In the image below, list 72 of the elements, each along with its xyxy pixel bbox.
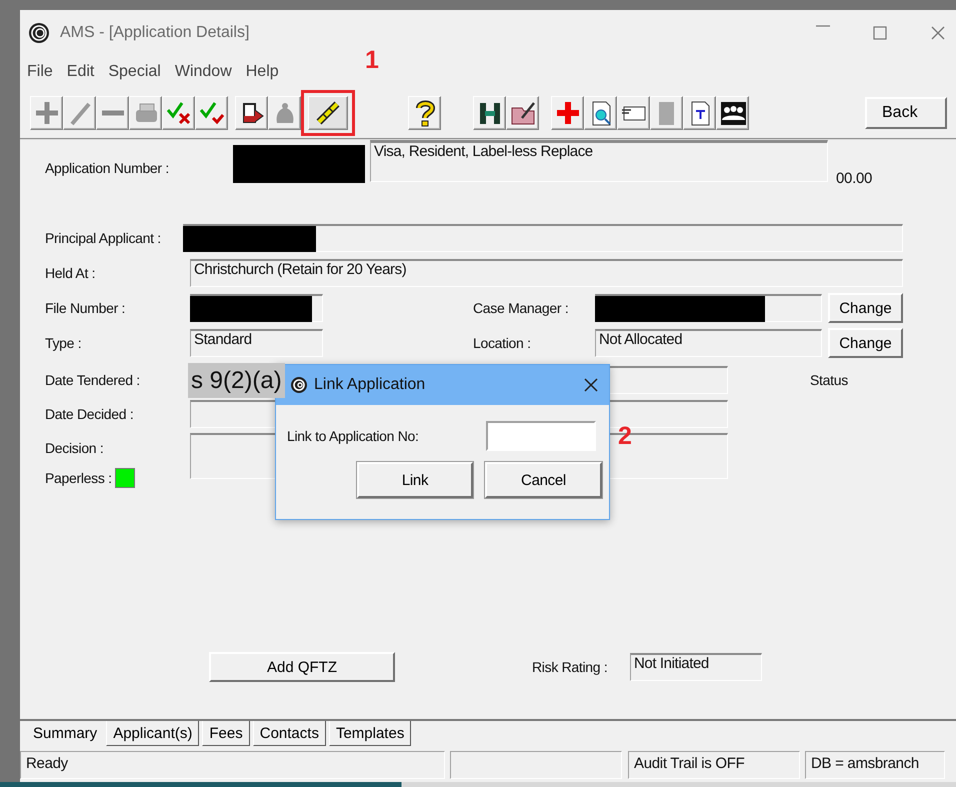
tab[interactable]: Applicant(s) bbox=[106, 721, 200, 746]
field-label: Type : bbox=[45, 335, 82, 351]
window-title: AMS - [Application Details] bbox=[60, 24, 250, 42]
chain-link-icon bbox=[314, 99, 342, 127]
menu-item[interactable]: Edit bbox=[66, 62, 94, 80]
add-qftz-button[interactable]: Add QFTZ bbox=[209, 652, 395, 682]
status-text: DB = amsbranch bbox=[805, 751, 945, 779]
annotation-number: 1 bbox=[365, 46, 379, 75]
header-button[interactable] bbox=[473, 96, 506, 130]
input-field[interactable] bbox=[486, 421, 596, 451]
add-button[interactable] bbox=[30, 96, 63, 130]
minimize-icon bbox=[816, 24, 830, 26]
maximize-icon bbox=[872, 24, 888, 40]
menu-item[interactable]: File bbox=[26, 62, 53, 80]
close-button[interactable] bbox=[583, 377, 599, 393]
tab[interactable]: Templates bbox=[328, 721, 412, 746]
maximize-button[interactable] bbox=[872, 24, 888, 40]
value-field: Christchurch (Retain for 20 Years) bbox=[190, 259, 903, 287]
field-label: Case Manager : bbox=[473, 300, 570, 316]
menu-item[interactable]: Help bbox=[244, 62, 279, 80]
field-label: Location : bbox=[473, 335, 532, 351]
field-label: Principal Applicant : bbox=[45, 230, 162, 246]
help-button[interactable] bbox=[408, 96, 441, 130]
print-button[interactable] bbox=[129, 96, 162, 130]
change-button[interactable]: Change bbox=[828, 293, 903, 323]
status-text: Audit Trail is OFF bbox=[628, 751, 800, 779]
block-icon bbox=[659, 102, 674, 124]
close-icon bbox=[583, 377, 599, 393]
spiral-logo-icon bbox=[290, 376, 308, 394]
folder-edit-button[interactable] bbox=[506, 96, 539, 130]
field-label: Held At : bbox=[45, 265, 96, 281]
close-icon bbox=[930, 24, 946, 40]
minus-icon bbox=[102, 110, 124, 116]
amount-text: 00.00 bbox=[836, 170, 872, 189]
field-label: Date Tendered : bbox=[45, 372, 141, 388]
tab[interactable]: Fees bbox=[202, 721, 250, 746]
field-label: Paperless : bbox=[45, 470, 112, 486]
reject-button[interactable] bbox=[162, 96, 195, 130]
status-text: Ready bbox=[20, 751, 445, 779]
link-application-button[interactable] bbox=[308, 96, 348, 130]
field-label: File Number : bbox=[45, 300, 126, 316]
search-document-button[interactable] bbox=[584, 96, 617, 130]
card-button[interactable] bbox=[617, 96, 650, 130]
dialog-title: Link Application bbox=[314, 376, 426, 394]
value-field: Not Allocated bbox=[595, 329, 822, 357]
back-button[interactable]: Back bbox=[865, 97, 947, 129]
redaction-note: s 9(2)(a) bbox=[188, 362, 285, 398]
tab[interactable]: Contacts bbox=[252, 721, 326, 746]
close-button[interactable] bbox=[930, 24, 946, 40]
field-label: Link to Application No: bbox=[287, 428, 420, 444]
field-label: Decision : bbox=[45, 440, 104, 456]
people-button[interactable] bbox=[716, 96, 749, 130]
menu-item[interactable]: Window bbox=[174, 62, 232, 80]
value-field: Visa, Resident, Label-less Replace bbox=[370, 140, 828, 182]
change-button[interactable]: Change bbox=[828, 328, 903, 358]
approve-button[interactable] bbox=[195, 96, 228, 130]
cancel-button[interactable]: Cancel bbox=[485, 462, 602, 498]
field-label: Date Decided : bbox=[45, 406, 134, 422]
field-label: Risk Rating : bbox=[532, 659, 608, 675]
remove-button[interactable] bbox=[96, 96, 129, 130]
status-label: Status bbox=[810, 372, 849, 388]
edit-button[interactable] bbox=[63, 96, 96, 130]
value-field: Standard bbox=[190, 329, 323, 357]
new-button[interactable] bbox=[551, 96, 584, 130]
link-button[interactable]: Link bbox=[357, 462, 473, 498]
text-document-button[interactable] bbox=[683, 96, 716, 130]
blank-button[interactable] bbox=[650, 96, 683, 130]
spiral-logo-icon bbox=[28, 22, 50, 44]
menu-item[interactable]: Special bbox=[107, 62, 161, 80]
field-label: Application Number : bbox=[45, 160, 170, 178]
value-field: Not Initiated bbox=[630, 653, 762, 681]
annotation-number: 2 bbox=[618, 422, 632, 451]
